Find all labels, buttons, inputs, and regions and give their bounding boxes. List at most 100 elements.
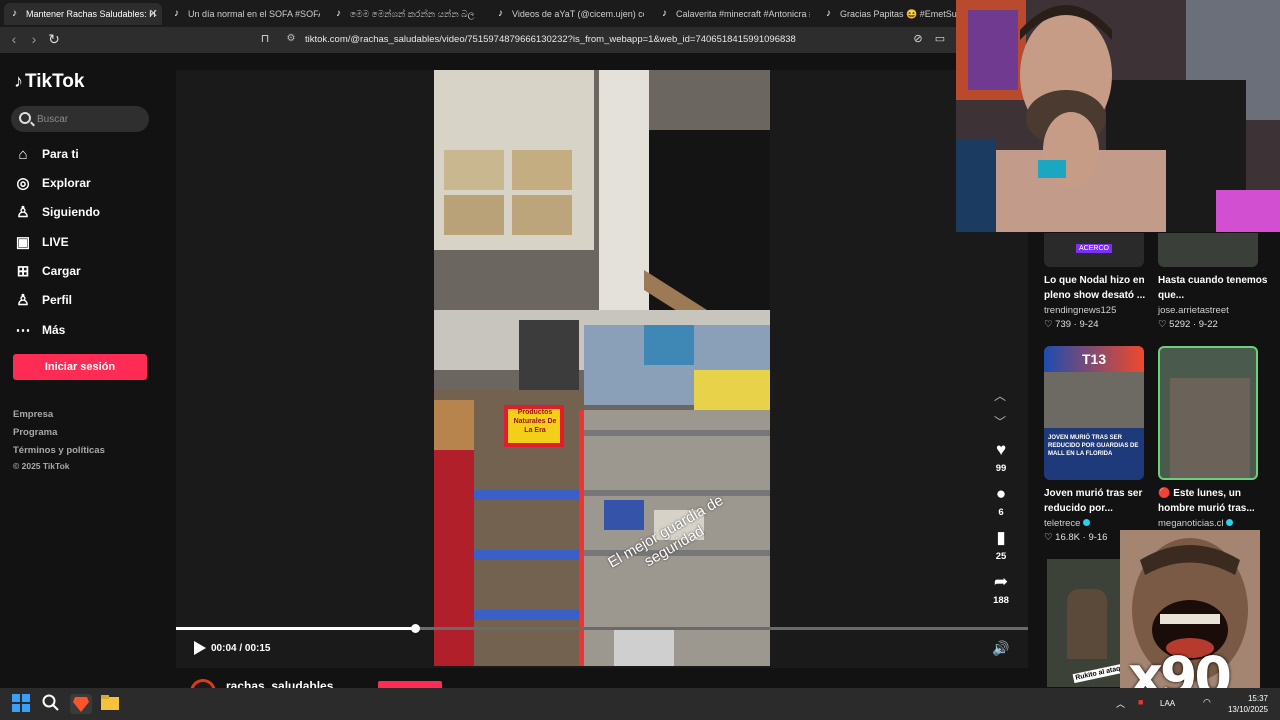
- follow-button[interactable]: [378, 681, 442, 688]
- video-timecode: 00:04 / 00:15: [211, 643, 271, 654]
- nav-label: Siguiendo: [42, 205, 100, 219]
- browser-tab[interactable]: ♪ මෙම මෙන්ශන් කරන්න යන්න බල: [328, 3, 482, 25]
- progress-handle[interactable]: [410, 624, 420, 633]
- video-frame[interactable]: Productos Naturales De La Era El mejor g…: [434, 70, 770, 666]
- channel-logo: T13: [1082, 351, 1107, 367]
- copyright: © 2025 TikTok: [13, 461, 70, 471]
- like-outline-icon: ♡: [1158, 319, 1170, 330]
- browser-tab[interactable]: ♪ Gracias Papitas 😆 #EmetSuki #a: [818, 3, 958, 25]
- clock-time: 15:37: [1247, 694, 1268, 703]
- share-icon[interactable]: ➦: [988, 572, 1014, 592]
- browser-tab[interactable]: ♪ Calaverita #minecraft #Antonicra #c: [654, 3, 810, 25]
- like-outline-icon: ♡: [1044, 532, 1056, 543]
- streamer-camera-scene: [956, 0, 1280, 232]
- rec-author[interactable]: jose.arrietastreet: [1158, 305, 1229, 316]
- rec-thumbnail[interactable]: [1158, 346, 1258, 480]
- browser-tab[interactable]: ♪ Videos de aYaT (@cicem.ujen) con: [490, 3, 644, 25]
- previous-video-icon[interactable]: ︿: [994, 387, 1006, 404]
- rec-title[interactable]: Hasta cuando tenemos que...: [1158, 273, 1270, 303]
- rec-thumbnail[interactable]: [1158, 233, 1258, 267]
- reload-icon[interactable]: ↻: [46, 31, 62, 47]
- footer-link-empresa[interactable]: Empresa: [13, 409, 53, 420]
- tab-label: මෙම මෙන්ශන් කරන්න යන්න බල: [350, 9, 475, 19]
- nav-label: Para ti: [42, 147, 79, 161]
- rec-thumbnail[interactable]: ACERCO: [1044, 233, 1144, 267]
- thumb-scene: [1170, 378, 1250, 478]
- login-button[interactable]: Iniciar sesión: [13, 354, 147, 380]
- windows-start-icon[interactable]: [12, 694, 32, 714]
- reader-mode-icon[interactable]: ⊘: [910, 31, 926, 47]
- tray-chevron-icon[interactable]: ︿: [1116, 697, 1125, 710]
- comment-icon[interactable]: ●: [988, 484, 1014, 504]
- language-indicator[interactable]: LAA: [1160, 699, 1175, 708]
- rec-title[interactable]: 🔴 Este lunes, un hombre murió tras...: [1158, 486, 1270, 516]
- like-action[interactable]: ♥ 99: [988, 440, 1014, 474]
- nav-item-cargar[interactable]: ⊞ Cargar: [14, 260, 81, 282]
- next-video-icon[interactable]: ﹀: [994, 413, 1006, 430]
- rec-badge: ACERCO: [1076, 244, 1112, 253]
- rec-thumbnail[interactable]: Rukito al ataq: [1047, 559, 1123, 687]
- nav-item-live[interactable]: ▣ LIVE: [14, 231, 69, 253]
- store-sign: Productos Naturales De La Era: [513, 409, 557, 434]
- taskbar-search-icon[interactable]: [42, 694, 62, 714]
- video-progress-bar[interactable]: [176, 624, 1028, 633]
- heart-icon[interactable]: ♥: [988, 440, 1014, 460]
- url-field[interactable]: tiktok.com/@rachas_saludables/video/7515…: [305, 34, 796, 45]
- cast-icon[interactable]: ▭: [932, 31, 948, 47]
- rec-author[interactable]: meganoticias.cl: [1158, 518, 1234, 529]
- rec-likes: 739: [1055, 319, 1072, 330]
- browser-tab-active[interactable]: ♪ Mantener Rachas Saludables: H ✕: [4, 3, 162, 25]
- rec-author-name: meganoticias.cl: [1158, 518, 1224, 529]
- tiktok-logo[interactable]: ♪ TikTok: [14, 71, 84, 93]
- comment-action[interactable]: ● 6: [988, 484, 1014, 518]
- rec-author[interactable]: trendingnews125: [1044, 305, 1116, 316]
- browser-tab[interactable]: ♪ Un día normal en el SOFA #SOFA #fy: [166, 3, 320, 25]
- author-avatar[interactable]: [190, 679, 216, 688]
- rec-title[interactable]: Joven murió tras ser reducido por...: [1044, 486, 1156, 516]
- nav-item-perfil[interactable]: ♙ Perfil: [14, 289, 72, 311]
- live-icon: ▣: [15, 233, 31, 251]
- nav-item-mas[interactable]: ⋯ Más: [14, 319, 66, 341]
- profile-icon: ♙: [16, 291, 30, 309]
- bookmark-page-icon[interactable]: ⊓: [257, 31, 273, 47]
- search-box[interactable]: [11, 106, 149, 132]
- bookmark-icon[interactable]: ▮: [988, 528, 1014, 548]
- play-icon[interactable]: [192, 640, 206, 656]
- compass-icon: ◎: [16, 174, 30, 192]
- close-tab-icon[interactable]: ✕: [149, 3, 158, 25]
- video-player[interactable]: Productos Naturales De La Era El mejor g…: [176, 70, 1028, 688]
- rec-likes: 5292: [1169, 319, 1191, 330]
- tiktok-favicon-icon: ♪: [662, 8, 667, 19]
- brave-browser-icon[interactable]: [70, 694, 92, 714]
- search-input[interactable]: [37, 106, 147, 132]
- rec-thumbnail[interactable]: T13 JOVEN MURIÓ TRAS SER REDUCIDO POR GU…: [1044, 346, 1144, 480]
- wifi-icon[interactable]: ◠: [1203, 697, 1211, 708]
- taskbar-clock[interactable]: 15:37 13/10/2025: [1226, 693, 1268, 715]
- tray-app-icon[interactable]: ■: [1138, 697, 1143, 707]
- back-icon[interactable]: ‹: [6, 31, 22, 47]
- tiktok-note-icon: ♪: [14, 71, 23, 91]
- rec-stats: ♡ 16.8K · 9-16: [1044, 532, 1108, 543]
- footer-link-programa[interactable]: Programa: [13, 427, 57, 438]
- progress-fill: [176, 627, 415, 630]
- rec-author[interactable]: teletrece: [1044, 518, 1091, 529]
- volume-icon[interactable]: 🔊: [992, 640, 1009, 657]
- share-count: 188: [993, 595, 1009, 606]
- author-name[interactable]: rachas_saludables: [226, 679, 333, 688]
- share-action[interactable]: ➦ 188: [988, 572, 1014, 606]
- bookmark-action[interactable]: ▮ 25: [988, 528, 1014, 562]
- nav-label: Perfil: [42, 293, 73, 307]
- nav-item-siguiendo[interactable]: ♙ Siguiendo: [14, 201, 100, 223]
- tiktok-favicon-icon: ♪: [12, 8, 17, 19]
- file-explorer-icon[interactable]: [101, 694, 121, 714]
- footer-link-terminos[interactable]: Términos y políticas: [13, 445, 105, 456]
- nav-item-explorar[interactable]: ◎ Explorar: [14, 172, 90, 194]
- more-icon: ⋯: [15, 321, 31, 339]
- forward-icon[interactable]: ›: [26, 31, 42, 47]
- thumb-caption: Rukito al ataq: [1072, 663, 1123, 684]
- author-row: rachas_saludables: [188, 677, 488, 688]
- nav-item-para-ti[interactable]: ⌂ Para ti: [14, 143, 79, 165]
- reaction-overlay: x90: [1120, 530, 1260, 708]
- rec-title[interactable]: Lo que Nodal hizo en pleno show desató .…: [1044, 273, 1156, 303]
- site-settings-icon[interactable]: ⚙: [283, 31, 299, 47]
